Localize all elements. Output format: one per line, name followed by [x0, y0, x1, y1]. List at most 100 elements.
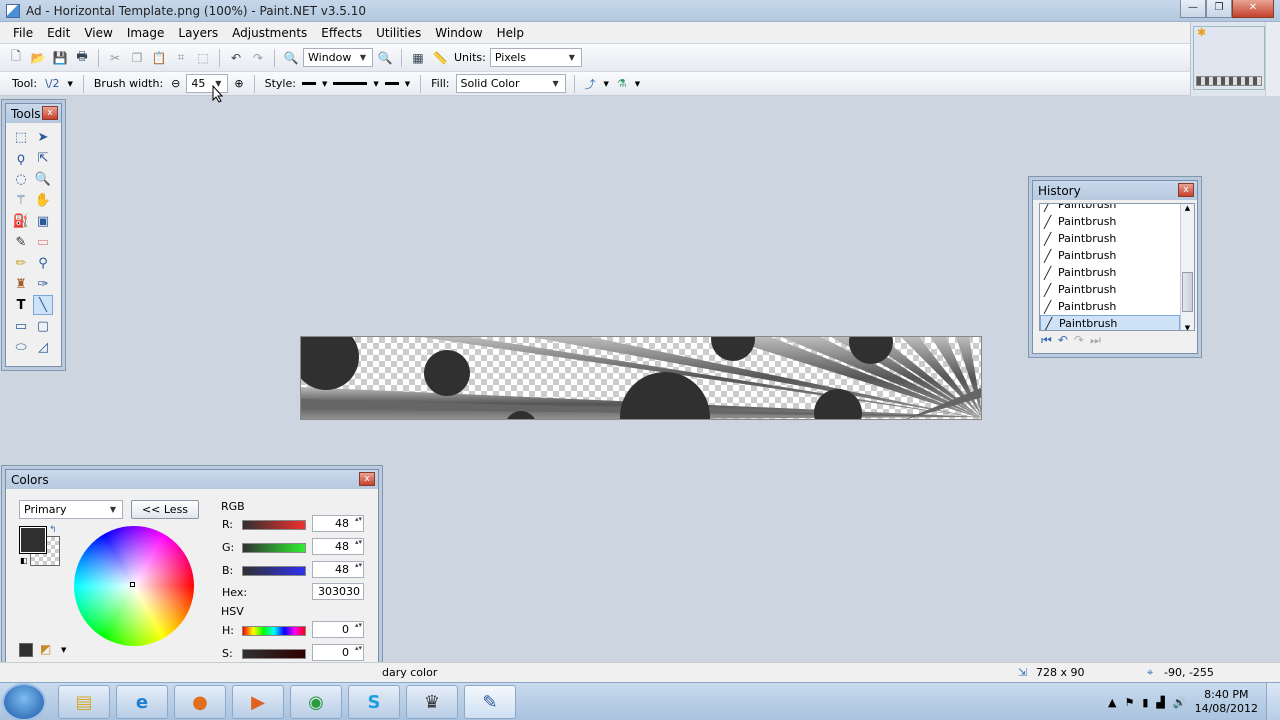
lasso-select-icon[interactable]: ϙ [11, 148, 31, 168]
chevron-down-icon[interactable]: ▼ [371, 80, 380, 88]
freeform-shape-icon[interactable]: ◿ [33, 337, 53, 357]
menu-help[interactable]: Help [490, 26, 531, 40]
magic-wand-icon[interactable]: ⚚ [11, 190, 31, 210]
volume-icon[interactable]: 🔊 [1173, 696, 1187, 709]
clock[interactable]: 8:40 PM 14/08/2012 [1195, 688, 1258, 716]
ruler-icon[interactable]: 📏 [430, 48, 450, 68]
zoom-out-icon[interactable]: 🔍 [281, 48, 301, 68]
history-item[interactable]: ╱ Paintbrush [1040, 247, 1194, 264]
red-slider[interactable] [242, 520, 306, 530]
zoom-icon[interactable]: 🔍 [33, 169, 53, 189]
add-to-palette-icon[interactable] [19, 643, 33, 657]
eraser-icon[interactable]: ▭ [33, 232, 53, 252]
hex-input[interactable]: 303030 [312, 583, 364, 600]
chrome-taskbar-icon[interactable]: ◉ [290, 685, 342, 719]
capture-app-taskbar-icon[interactable]: ♛ [406, 685, 458, 719]
menu-edit[interactable]: Edit [40, 26, 77, 40]
chevron-down-icon[interactable]: ▼ [66, 80, 75, 88]
rounded-rectangle-icon[interactable]: ▢ [33, 316, 53, 336]
green-input[interactable]: 48 [312, 538, 364, 555]
line-curve-tool-icon[interactable]: \/2 [43, 77, 61, 90]
color-wheel-cursor[interactable] [130, 582, 135, 587]
units-select[interactable]: Pixels ▼ [489, 48, 582, 67]
redo-icon[interactable]: ↷ [1074, 333, 1084, 348]
line-curve-icon[interactable]: ╲ [33, 295, 53, 315]
history-item[interactable]: ╱ Paintbrush [1040, 264, 1194, 281]
line-end-style-icon[interactable] [384, 82, 399, 85]
internet-explorer-taskbar-icon[interactable]: e [116, 685, 168, 719]
zoom-in-icon[interactable]: 🔍 [375, 48, 395, 68]
paint-bucket-icon[interactable]: ⛽ [11, 211, 31, 231]
antialiasing-icon[interactable]: ⤴ [583, 76, 598, 92]
ellipse-select-icon[interactable]: ◌ [11, 169, 31, 189]
less-button[interactable]: << Less [131, 500, 199, 519]
deselect-icon[interactable]: ⬚ [193, 48, 213, 68]
menu-layers[interactable]: Layers [171, 26, 225, 40]
grid-icon[interactable]: ▦ [408, 48, 428, 68]
history-item-selected[interactable]: ╱ Paintbrush [1040, 315, 1180, 330]
thumbnail-scrollbar[interactable] [1265, 22, 1280, 96]
recolor-icon[interactable]: ✑ [33, 274, 53, 294]
alpha-blending-icon[interactable]: ⚗ [615, 77, 629, 90]
fast-forward-icon[interactable]: ⏭ [1090, 333, 1101, 348]
hue-input[interactable]: 0 [312, 621, 364, 638]
history-close-button[interactable]: x [1178, 183, 1194, 197]
show-desktop-button[interactable] [1266, 683, 1280, 720]
print-icon[interactable]: 🖶 [72, 48, 92, 68]
blue-slider[interactable] [242, 566, 306, 576]
chevron-down-icon[interactable]: ▼ [633, 80, 642, 88]
media-player-taskbar-icon[interactable]: ▶ [232, 685, 284, 719]
chevron-down-icon[interactable]: ▼ [61, 646, 66, 654]
explorer-taskbar-icon[interactable]: ▤ [58, 685, 110, 719]
menu-file[interactable]: File [6, 26, 40, 40]
menu-adjustments[interactable]: Adjustments [225, 26, 314, 40]
open-folder-icon[interactable]: 📂 [28, 48, 48, 68]
paste-icon[interactable]: 📋 [149, 48, 169, 68]
start-button[interactable] [4, 685, 44, 719]
scroll-down-icon[interactable]: ▼ [1181, 324, 1194, 330]
hue-slider[interactable] [242, 626, 306, 636]
show-hidden-icons-icon[interactable]: ▲ [1108, 696, 1116, 709]
cut-icon[interactable]: ✂ [105, 48, 125, 68]
text-icon[interactable]: T [11, 295, 31, 315]
chevron-down-icon[interactable]: ▼ [403, 80, 412, 88]
rectangle-shape-icon[interactable]: ▭ [11, 316, 31, 336]
history-scrollbar[interactable]: ▲ ▼ [1180, 204, 1194, 330]
firefox-taskbar-icon[interactable]: ● [174, 685, 226, 719]
pencil-icon[interactable]: ✏ [11, 253, 31, 273]
rewind-icon[interactable]: ⏮ [1041, 333, 1052, 348]
menu-view[interactable]: View [77, 26, 119, 40]
gradient-icon[interactable]: ▣ [33, 211, 53, 231]
rectangle-select-icon[interactable]: ⬚ [11, 127, 31, 147]
clone-stamp-icon[interactable]: ♜ [11, 274, 31, 294]
blue-input[interactable]: 48 [312, 561, 364, 578]
paintbrush-icon[interactable]: ✎ [11, 232, 31, 252]
crop-icon[interactable]: ⌗ [171, 48, 191, 68]
zoom-select[interactable]: Window ▼ [303, 48, 373, 67]
swap-colors-icon[interactable]: ↰ [49, 525, 57, 535]
skype-taskbar-icon[interactable]: S [348, 685, 400, 719]
redo-icon[interactable]: ↷ [248, 48, 268, 68]
saturation-slider[interactable] [242, 649, 306, 659]
paintnet-taskbar-icon[interactable]: ✎ [464, 685, 516, 719]
fill-select[interactable]: Solid Color ▼ [455, 74, 566, 93]
color-mode-select[interactable]: Primary ▼ [19, 500, 123, 519]
green-slider[interactable] [242, 543, 306, 553]
history-scroll-thumb[interactable] [1182, 272, 1193, 312]
increase-width-icon[interactable]: ⊕ [232, 77, 245, 90]
chevron-down-icon[interactable]: ▼ [602, 80, 611, 88]
undo-icon[interactable]: ↶ [1058, 333, 1068, 348]
new-file-icon[interactable]: 🗋 [6, 48, 26, 68]
colors-close-button[interactable]: x [359, 472, 375, 486]
color-wheel[interactable] [74, 526, 194, 646]
copy-icon[interactable]: ❐ [127, 48, 147, 68]
minimize-button[interactable]: — [1180, 0, 1206, 18]
decrease-width-icon[interactable]: ⊖ [169, 77, 182, 90]
reset-colors-icon[interactable]: ◧ [20, 556, 28, 565]
tools-close-button[interactable]: x [42, 106, 58, 120]
menu-effects[interactable]: Effects [314, 26, 369, 40]
color-picker-icon[interactable]: ⚲ [33, 253, 53, 273]
action-center-icon[interactable]: ⚑ [1124, 696, 1134, 709]
pan-hand-icon[interactable]: ✋ [33, 190, 53, 210]
history-item[interactable]: ╱ Paintbrush [1040, 213, 1194, 230]
